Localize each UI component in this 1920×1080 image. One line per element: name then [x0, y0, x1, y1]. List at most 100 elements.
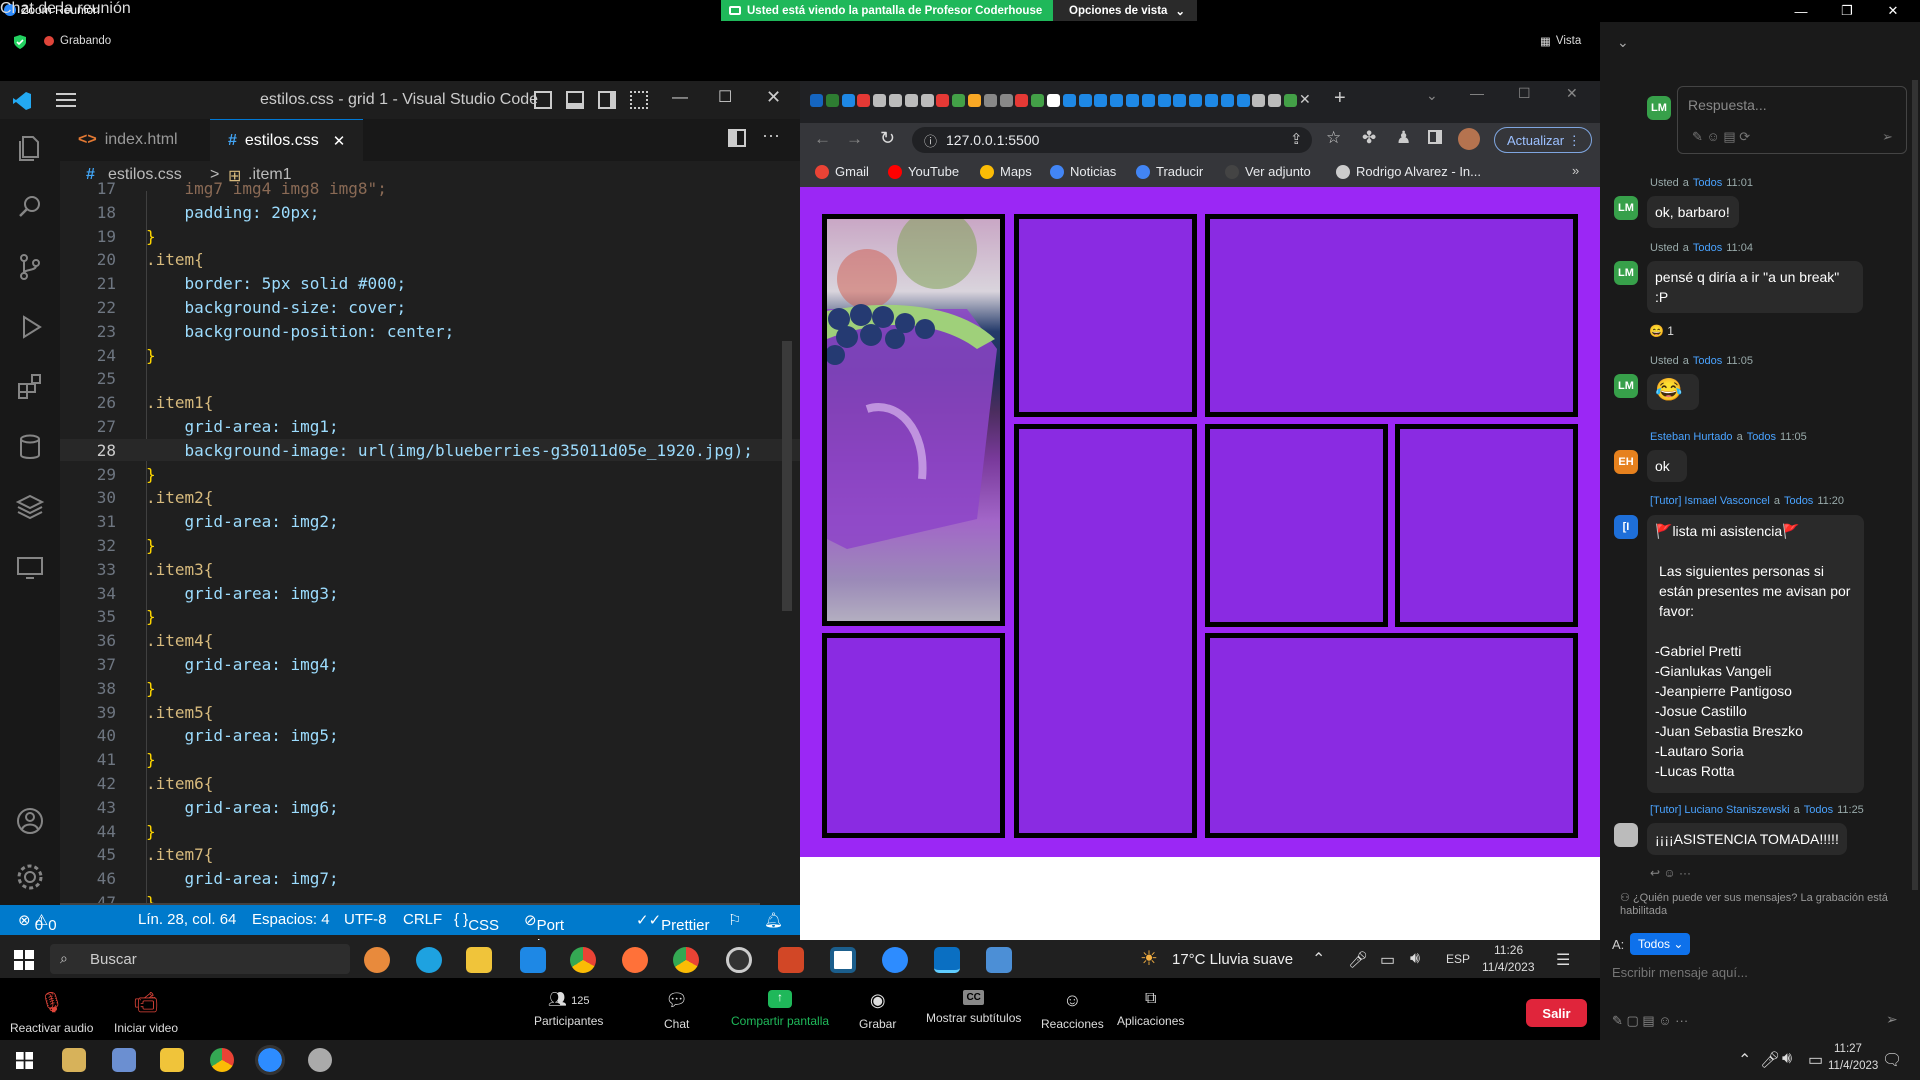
media-player-icon[interactable] — [726, 947, 752, 973]
message-actions[interactable]: ↩ ☺ ··· — [1650, 866, 1691, 880]
more-actions-icon[interactable]: ··· — [762, 125, 780, 146]
vscode-maximize-button[interactable]: ☐ — [718, 87, 732, 107]
powerpoint-icon[interactable] — [778, 947, 804, 973]
notifications-bell-icon[interactable]: 🔔︎ — [764, 911, 783, 929]
tray-chevron-icon[interactable]: ⌃ — [1312, 949, 1325, 969]
share-screen-button[interactable]: ↑ Compartir pantalla — [731, 990, 829, 1028]
address-bar[interactable]: ⓘ 127.0.0.1:5500 — [912, 127, 1312, 153]
bookmark-item[interactable]: Noticias — [1050, 164, 1116, 179]
chat-message-bubble[interactable]: 😂 — [1647, 374, 1699, 410]
browser-tab-favicon[interactable] — [936, 94, 950, 107]
recording-indicator[interactable]: Grabando — [44, 35, 111, 47]
browser-tab-favicon[interactable] — [1189, 94, 1203, 107]
vscode-minimize-button[interactable]: — — [672, 89, 688, 107]
app-l-icon[interactable] — [520, 947, 546, 973]
app-window-icon[interactable] — [830, 947, 856, 973]
view-button[interactable]: ▦ Vista — [1540, 34, 1581, 48]
participants-button[interactable]: 👥︎ 125 Participantes — [534, 990, 603, 1028]
update-button[interactable]: Actualizar ⋮ — [1494, 127, 1592, 153]
close-tab-icon[interactable]: ✕ — [333, 132, 346, 150]
settings-gear-icon[interactable] — [14, 861, 46, 893]
battery-icon[interactable]: ▭ — [1808, 1050, 1823, 1070]
bookmark-item[interactable]: Gmail — [815, 164, 869, 179]
browser-tab-favicon[interactable] — [1015, 94, 1029, 107]
windows-start-icon[interactable] — [14, 950, 34, 970]
browser-tab-favicon[interactable] — [1252, 94, 1266, 107]
search-icon[interactable] — [14, 191, 46, 223]
layers-icon[interactable] — [14, 491, 46, 523]
problems-indicator[interactable]: ⊗ 0 ⚠ 0 — [18, 911, 57, 934]
taskbar-search-box[interactable]: ⌕ Buscar — [50, 944, 350, 974]
cursor-position[interactable]: Lín. 28, col. 64 — [138, 911, 236, 928]
chat-message-bubble[interactable]: ok — [1647, 450, 1687, 482]
toggle-sidebar-icon[interactable] — [534, 91, 552, 109]
browser-tab-favicon[interactable] — [857, 94, 871, 107]
weather-text[interactable]: 17°C Lluvia suave — [1172, 951, 1293, 968]
bookmark-item[interactable]: Traducir — [1136, 164, 1203, 179]
clock-date[interactable]: 11/4/2023 — [1482, 960, 1535, 974]
tab-search-icon[interactable]: ⌄ — [1426, 87, 1438, 104]
browser-tab-favicon[interactable] — [1268, 94, 1282, 107]
browser-tab-favicon[interactable] — [1205, 94, 1218, 107]
bookmark-item[interactable]: Maps — [980, 164, 1032, 179]
browser-tab-favicon[interactable] — [1031, 94, 1045, 107]
chat-message-bubble[interactable]: ok, barbaro! — [1647, 196, 1739, 228]
side-panel-icon[interactable] — [1428, 130, 1442, 144]
editor-scrollbar[interactable] — [782, 341, 792, 611]
recipient-dropdown[interactable]: Todos ⌄ — [1630, 933, 1690, 955]
remote-explorer-icon[interactable] — [14, 551, 46, 583]
chat-message-bubble[interactable]: pensé q diría a ir "a un break" :P — [1647, 261, 1863, 313]
browser-tab-favicon[interactable] — [1157, 94, 1171, 107]
split-editor-icon[interactable] — [728, 129, 746, 147]
send-icon[interactable]: ➢ — [1886, 1011, 1898, 1028]
windows-start-icon[interactable] — [16, 1052, 33, 1069]
vscode-taskbar-icon[interactable] — [934, 947, 960, 973]
collapse-chat-icon[interactable]: ⌄ — [1617, 34, 1629, 51]
microphone-icon[interactable]: 🎤︎ — [1348, 950, 1368, 970]
browser-tab-favicon[interactable] — [889, 94, 902, 107]
prettier-status[interactable]: ✓✓ Prettier — [636, 911, 710, 934]
browser-tab-favicon[interactable] — [825, 94, 839, 107]
chat-message-bubble[interactable]: ¡¡¡¡ASISTENCIA TOMADA!!!!! — [1647, 823, 1847, 855]
start-video-button[interactable]: 📹︎ Iniciar video — [114, 990, 178, 1035]
browser-minimize-button[interactable]: — — [1470, 85, 1484, 101]
reply-box[interactable]: Respuesta... ✎ ☺ ▤ ⟳ ➢ — [1677, 86, 1907, 154]
calculator-icon[interactable] — [112, 1048, 136, 1072]
sender-name[interactable]: Usted — [1650, 177, 1679, 189]
chat-scrollbar[interactable] — [1912, 80, 1918, 890]
line-endings[interactable]: CRLF — [403, 911, 442, 928]
zoom-icon[interactable] — [255, 1045, 285, 1075]
database-icon[interactable] — [14, 431, 46, 463]
source-control-icon[interactable] — [14, 251, 46, 283]
browser-tab-favicon[interactable] — [810, 94, 823, 107]
browser-tab-favicon[interactable] — [1078, 94, 1092, 107]
browser-tab-favicon[interactable] — [920, 94, 934, 107]
browser-tab-favicon[interactable] — [952, 94, 966, 107]
run-debug-icon[interactable] — [14, 311, 46, 343]
bookmark-item[interactable]: Ver adjunto — [1225, 164, 1311, 179]
reaction-badge[interactable]: 😄 1 — [1649, 324, 1674, 338]
who-can-see-notice[interactable]: ⚇ ¿Quién puede ver sus mensajes? La grab… — [1620, 892, 1920, 918]
file-explorer-icon[interactable] — [160, 1048, 184, 1072]
reply-toolbar-icons[interactable]: ✎ ☺ ▤ ⟳ — [1692, 129, 1750, 145]
customize-layout-icon[interactable] — [630, 91, 648, 109]
bookmark-star-icon[interactable]: ☆ — [1326, 128, 1341, 148]
security-shield-icon[interactable] — [12, 34, 28, 50]
notification-icon[interactable]: 🗨︎ — [1882, 1050, 1902, 1070]
record-button[interactable]: ◉ Grabar — [859, 990, 896, 1031]
language-mode[interactable]: { } CSS — [454, 911, 499, 934]
sender-name[interactable]: Usted — [1650, 242, 1679, 254]
toggle-secondary-sidebar-icon[interactable] — [598, 91, 616, 109]
show-captions-button[interactable]: CC Mostrar subtítulos — [926, 990, 1021, 1025]
view-options-button[interactable]: Opciones de vista ⌄ — [1053, 0, 1197, 21]
file-explorer-icon[interactable] — [466, 947, 492, 973]
clock-time[interactable]: 11:27 — [1834, 1043, 1862, 1055]
reactions-button[interactable]: ☺ Reacciones — [1041, 990, 1104, 1031]
tab-estilos-css[interactable]: # estilos.css ✕ — [210, 119, 364, 161]
browser-tab-favicon[interactable] — [968, 94, 981, 107]
browser-tab-favicon[interactable] — [873, 94, 887, 107]
browser-tab-favicon[interactable] — [904, 94, 918, 107]
browser-maximize-button[interactable]: ☐ — [1518, 85, 1531, 102]
volume-icon[interactable]: 🔊︎ — [1782, 1050, 1792, 1068]
chrome-icon[interactable] — [570, 947, 596, 973]
